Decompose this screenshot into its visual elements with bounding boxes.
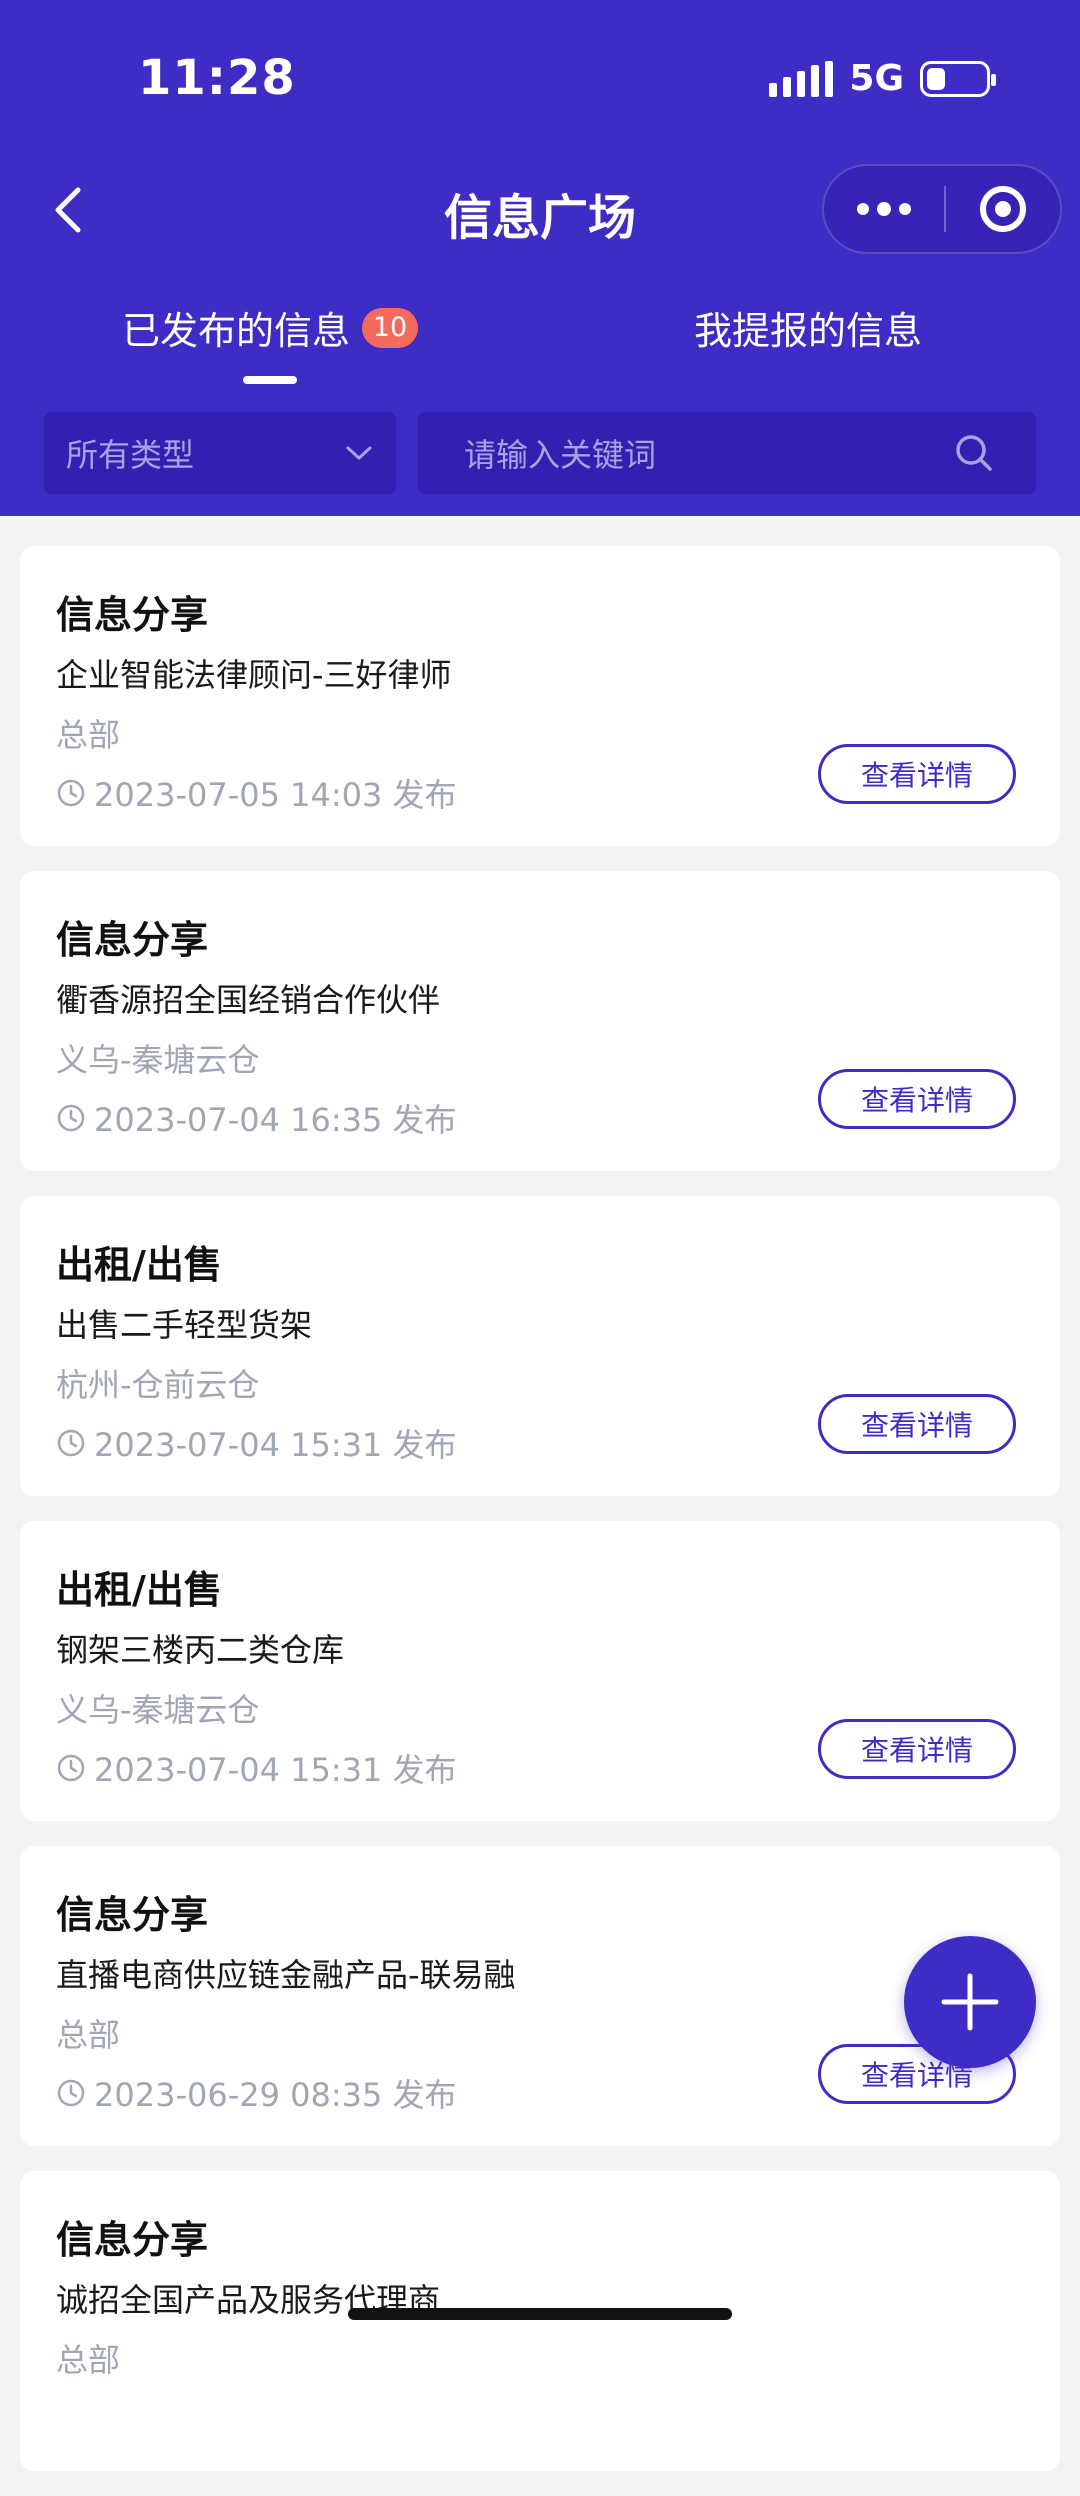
home-indicator [348, 2308, 732, 2320]
clock-icon [57, 779, 85, 807]
card-category: 出租/出售 [56, 1568, 222, 1612]
list-item: 出租/出售 出售二手轻型货架 杭州-仓前云仓 2023-07-04 15:31 … [20, 1196, 1060, 1496]
clock-icon [57, 2079, 85, 2107]
status-indicators: 5G [769, 58, 996, 99]
card-time: 2023-07-04 15:31 发布 [56, 1745, 457, 1791]
card-time: 2023-07-04 15:31 发布 [56, 1420, 457, 1466]
list-item: 出租/出售 钢架三楼丙二类仓库 义乌-秦塘云仓 2023-07-04 15:31… [20, 1521, 1060, 1821]
view-detail-button[interactable]: 查看详情 [818, 1394, 1016, 1454]
card-title: 钢架三楼丙二类仓库 [56, 1631, 345, 1669]
card-title: 出售二手轻型货架 [56, 1306, 313, 1344]
card-title: 直播电商供应链金融产品-联易融 [56, 1956, 516, 1994]
card-time-text: 2023-07-04 15:31 发布 [94, 1751, 457, 1789]
card-location: 义乌-秦塘云仓 [56, 1041, 260, 1079]
card-time-text: 2023-07-04 16:35 发布 [94, 1101, 457, 1139]
tab-published-label: 已发布的信息 [122, 309, 351, 353]
type-select[interactable]: 所有类型 [44, 412, 396, 494]
card-category: 信息分享 [56, 593, 209, 637]
more-icon [857, 203, 869, 215]
tab-reported-label: 我提报的信息 [694, 309, 923, 353]
card-category: 信息分享 [56, 918, 209, 962]
card-location: 总部 [56, 2016, 121, 2054]
card-time: 2023-06-29 08:35 发布 [56, 2070, 457, 2116]
close-mini-program-button[interactable] [946, 186, 1060, 232]
clock-icon [57, 1104, 85, 1132]
mini-program-capsule [822, 164, 1062, 254]
view-detail-button[interactable]: 查看详情 [818, 1069, 1016, 1129]
list-item: 信息分享 衢香源招全国经销合作伙伴 义乌-秦塘云仓 2023-07-04 16:… [20, 871, 1060, 1171]
search-icon[interactable] [954, 433, 994, 473]
tab-reported[interactable]: 我提报的信息 [694, 300, 922, 355]
card-time: 2023-07-04 16:35 发布 [56, 1095, 457, 1141]
add-info-button[interactable] [904, 1936, 1036, 2068]
card-category: 出租/出售 [56, 1243, 222, 1287]
card-time-text: 2023-07-04 15:31 发布 [94, 1426, 457, 1464]
count-badge: 10 [362, 307, 419, 348]
card-location: 义乌-秦塘云仓 [56, 1691, 260, 1729]
active-tab-indicator [243, 376, 297, 384]
header: 11:28 5G 信息广场 已发布的信息 10 我提报的信息 所有类型 请输入关… [0, 0, 1080, 516]
type-select-value: 所有类型 [66, 436, 195, 474]
card-time-text: 2023-06-29 08:35 发布 [94, 2076, 457, 2114]
card-location: 杭州-仓前云仓 [56, 1366, 260, 1404]
clock-icon [57, 1429, 85, 1457]
card-title: 企业智能法律顾问-三好律师 [56, 656, 452, 694]
card-category: 信息分享 [56, 1893, 209, 1937]
card-location: 总部 [56, 716, 121, 754]
network-label: 5G [849, 58, 904, 99]
card-title: 衢香源招全国经销合作伙伴 [56, 981, 441, 1019]
view-detail-button[interactable]: 查看详情 [818, 744, 1016, 804]
list-item: 信息分享 企业智能法律顾问-三好律师 总部 2023-07-05 14:03 发… [20, 546, 1060, 846]
card-category: 信息分享 [56, 2218, 209, 2262]
chevron-down-icon [346, 446, 372, 460]
tab-published[interactable]: 已发布的信息 10 [122, 300, 419, 355]
list-item: 信息分享 诚招全国产品及服务代理商 总部 [20, 2171, 1060, 2471]
card-time-text: 2023-07-05 14:03 发布 [94, 776, 457, 814]
target-icon [980, 186, 1026, 232]
card-location: 总部 [56, 2341, 121, 2379]
plus-icon [941, 1973, 999, 2031]
info-list: 信息分享 企业智能法律顾问-三好律师 总部 2023-07-05 14:03 发… [20, 546, 1060, 2496]
clock-icon [57, 1754, 85, 1782]
battery-icon [920, 60, 996, 97]
view-detail-button[interactable]: 查看详情 [818, 1719, 1016, 1779]
search-placeholder: 请输入关键词 [464, 436, 657, 474]
search-input[interactable]: 请输入关键词 [418, 412, 1036, 494]
signal-icon [769, 60, 834, 97]
more-button[interactable] [824, 166, 944, 252]
status-time: 11:28 [138, 50, 296, 106]
card-time: 2023-07-05 14:03 发布 [56, 770, 457, 816]
